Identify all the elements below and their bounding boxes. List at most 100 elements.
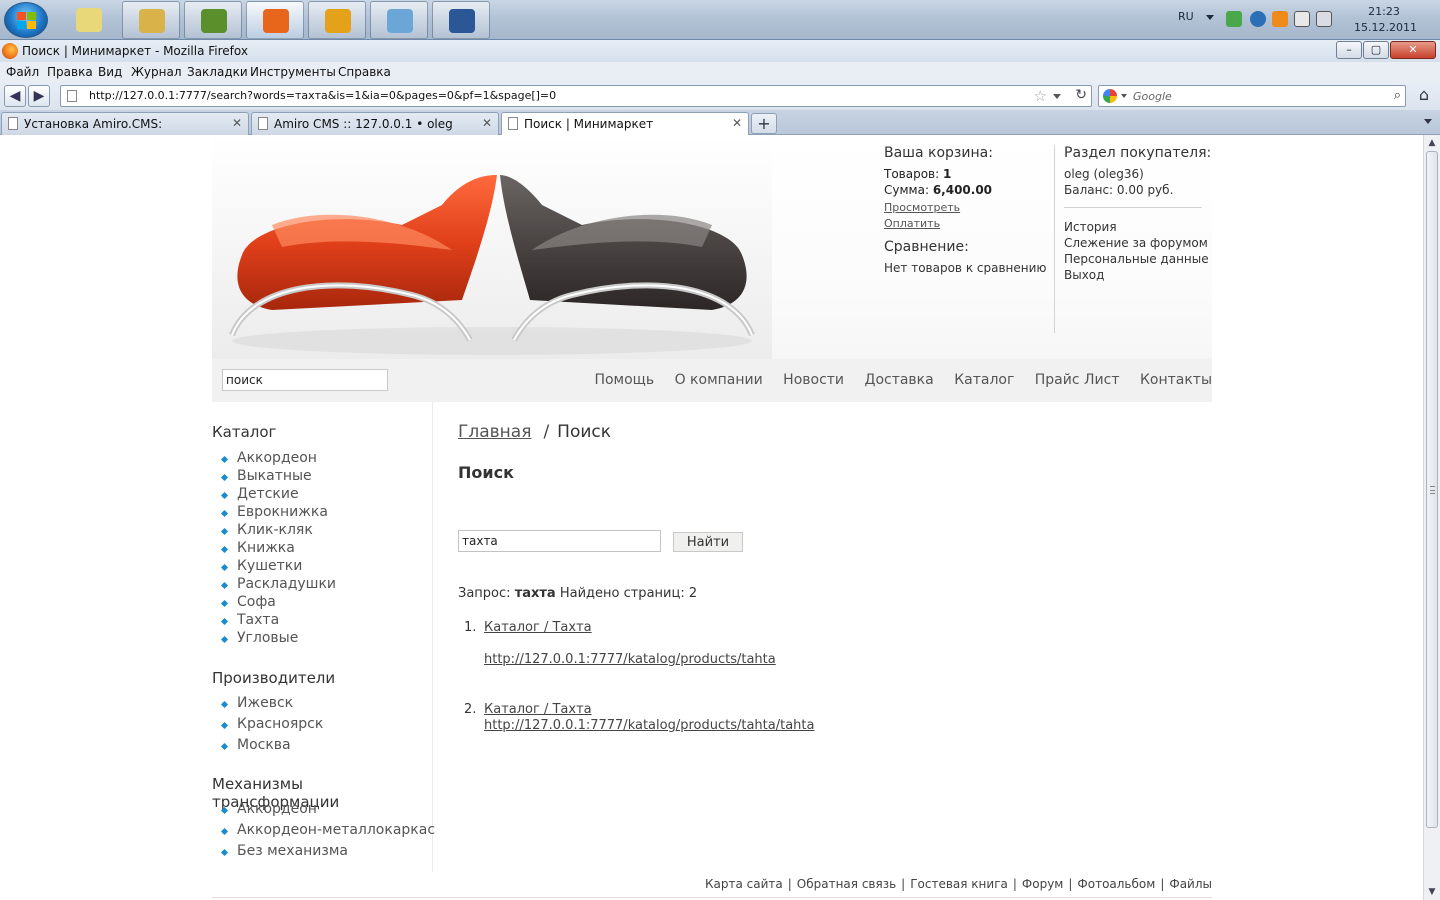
close-icon[interactable]: ✕ — [732, 116, 742, 130]
nav-delivery[interactable]: Доставка — [865, 372, 934, 388]
tab-bar: Установка Amiro.CMS: ✕ Amiro CMS :: 127.… — [0, 110, 1440, 136]
customer-balance: Баланс: 0.00 руб. — [1064, 183, 1174, 197]
bookmark-star-icon[interactable]: ☆ — [1034, 87, 1047, 105]
result-title-link[interactable]: Каталог / Тахта — [484, 702, 592, 717]
web-search-box[interactable]: Google ⌕ — [1098, 85, 1406, 107]
notepad-icon — [387, 9, 413, 33]
menu-tools[interactable]: Инструменты — [250, 65, 336, 79]
language-indicator[interactable]: RU — [1178, 10, 1194, 23]
cart-pay-link[interactable]: Оплатить — [884, 217, 940, 230]
clock-date: 15.12.2011 — [1354, 21, 1417, 34]
minimize-button[interactable]: – — [1336, 41, 1362, 59]
page-title: Поиск — [458, 463, 514, 482]
catalog-item-label: Раскладушки — [237, 576, 337, 592]
tab-label: Amiro CMS :: 127.0.0.1 • oleg — [274, 117, 453, 131]
start-button[interactable] — [4, 2, 48, 38]
taskbar-app-button[interactable] — [308, 1, 366, 39]
tab-search-minimarket[interactable]: Поиск | Минимаркет ✕ — [501, 112, 749, 136]
nav-pricelist[interactable]: Прайс Лист — [1035, 372, 1120, 388]
footer-photoalbum[interactable]: Фотоальбом — [1077, 877, 1155, 891]
chevron-down-icon[interactable] — [1424, 119, 1432, 124]
personal-data-link[interactable]: Персональные данные — [1064, 252, 1209, 266]
menu-help[interactable]: Справка — [338, 65, 391, 79]
result-url-link[interactable]: http://127.0.0.1:7777/katalog/products/t… — [484, 718, 814, 733]
menu-edit[interactable]: Правка — [47, 65, 93, 79]
forward-button[interactable]: ▶ — [28, 85, 50, 107]
maximize-button[interactable]: ▢ — [1363, 41, 1389, 59]
result-number: 1. — [464, 620, 477, 635]
tab-amiro-install[interactable]: Установка Amiro.CMS: ✕ — [1, 112, 249, 135]
customer-section-title: Раздел покупателя: — [1064, 145, 1212, 161]
chevron-down-icon[interactable] — [1121, 94, 1127, 98]
breadcrumb-home-link[interactable]: Главная — [458, 422, 531, 442]
cart-sum-label: Сумма: — [884, 183, 929, 197]
footer-files[interactable]: Файлы — [1169, 877, 1212, 891]
vertical-scrollbar[interactable]: ▲ ▼ — [1423, 135, 1440, 900]
result-title-link[interactable]: Каталог / Тахта — [484, 620, 592, 635]
taskbar-app-button[interactable] — [184, 1, 242, 39]
page-icon — [258, 117, 268, 130]
nav-contacts[interactable]: Контакты — [1140, 372, 1212, 388]
footer-sitemap[interactable]: Карта сайта — [705, 877, 783, 891]
site-header: Ваша корзина: Товаров: 1 Сумма: 6,400.00… — [212, 135, 1212, 402]
google-icon[interactable] — [1103, 89, 1117, 103]
site-search-input[interactable] — [222, 369, 388, 391]
scroll-up-icon[interactable]: ▲ — [1424, 135, 1440, 151]
nav-news[interactable]: Новости — [783, 372, 844, 388]
history-link[interactable]: История — [1064, 220, 1117, 234]
network-icon[interactable] — [1250, 11, 1266, 27]
window-title: Поиск | Минимаркет - Mozilla Firefox — [22, 44, 248, 58]
grip-icon — [1430, 486, 1435, 494]
cart-view-link[interactable]: Просмотреть — [884, 201, 960, 214]
summary-found-label: Найдено страниц: — [559, 586, 685, 601]
back-button[interactable]: ◀ — [4, 85, 26, 107]
show-desktop-button[interactable] — [66, 1, 114, 39]
taskbar-app-button[interactable] — [432, 1, 490, 39]
nav-catalog[interactable]: Каталог — [954, 372, 1014, 388]
chevron-down-icon[interactable] — [1053, 94, 1061, 99]
nav-about[interactable]: О компании — [675, 372, 763, 388]
search-submit-button[interactable]: Найти — [673, 532, 743, 552]
search-icon[interactable]: ⌕ — [1394, 88, 1401, 103]
menu-bookmarks[interactable]: Закладки — [187, 65, 248, 79]
page-icon — [8, 117, 18, 130]
forum-tracking-link[interactable]: Слежение за форумом — [1064, 236, 1208, 250]
close-button[interactable]: ✕ — [1390, 41, 1436, 59]
close-icon[interactable]: ✕ — [232, 116, 242, 130]
scrollbar-thumb[interactable] — [1426, 151, 1438, 828]
armchairs-banner-image — [212, 135, 772, 359]
home-icon[interactable]: ⌂ — [1412, 85, 1436, 107]
new-tab-button[interactable]: + — [751, 113, 777, 134]
bullet-icon — [220, 563, 229, 572]
catalog-item-label: Софа — [237, 594, 276, 610]
catalog-item-label: Выкатные — [237, 468, 312, 484]
taskbar-app-button[interactable] — [370, 1, 428, 39]
usb-icon[interactable] — [1294, 11, 1310, 27]
tab-amiro-cms[interactable]: Amiro CMS :: 127.0.0.1 • oleg ✕ — [251, 112, 499, 135]
footer-forum[interactable]: Форум — [1022, 877, 1063, 891]
close-icon[interactable]: ✕ — [482, 116, 492, 130]
media-player-icon[interactable] — [1272, 11, 1288, 27]
volume-icon[interactable] — [1316, 11, 1332, 27]
clock[interactable]: 21:23 15.12.2011 — [1354, 4, 1417, 36]
menu-history[interactable]: Журнал — [131, 65, 182, 79]
taskbar-app-button[interactable] — [122, 1, 180, 39]
footer-feedback[interactable]: Обратная связь — [797, 877, 896, 891]
logout-link[interactable]: Выход — [1064, 268, 1104, 282]
address-bar[interactable]: http://127.0.0.1:7777/search?words=тахта… — [60, 85, 1092, 107]
footer-guestbook[interactable]: Гостевая книга — [910, 877, 1008, 891]
desktop-icon — [76, 8, 102, 32]
clock-time: 21:23 — [1368, 5, 1400, 18]
nav-help[interactable]: Помощь — [594, 372, 654, 388]
bullet-icon — [220, 509, 229, 518]
search-query-input[interactable] — [458, 530, 661, 552]
web-page: Ваша корзина: Товаров: 1 Сумма: 6,400.00… — [0, 135, 1423, 900]
result-url-link[interactable]: http://127.0.0.1:7777/katalog/products/t… — [484, 652, 776, 667]
reload-icon[interactable]: ↻ — [1075, 87, 1087, 103]
scroll-down-icon[interactable]: ▼ — [1424, 884, 1440, 900]
taskbar-app-button[interactable] — [246, 1, 304, 39]
security-icon[interactable] — [1226, 11, 1242, 27]
chevron-down-icon[interactable] — [1206, 15, 1214, 20]
menu-view[interactable]: Вид — [98, 65, 122, 79]
menu-file[interactable]: Файл — [6, 65, 39, 79]
